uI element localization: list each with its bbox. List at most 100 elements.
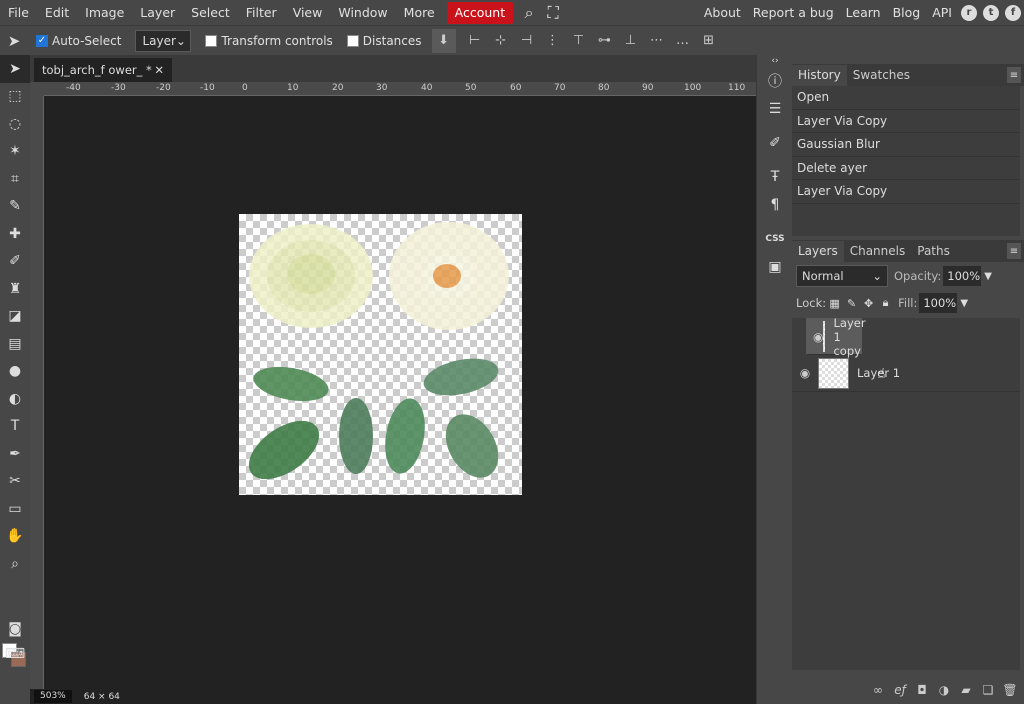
menu-filter[interactable]: Filter bbox=[238, 0, 285, 25]
tab-paths[interactable]: Paths bbox=[911, 241, 956, 262]
keyboard-icon[interactable]: ⌨ bbox=[0, 640, 30, 668]
css-icon[interactable]: CSS bbox=[757, 225, 793, 253]
panel-menu-icon[interactable]: ≡ bbox=[1007, 243, 1021, 259]
layer-row[interactable]: ◉ Layer 1 bbox=[792, 355, 1020, 392]
opacity-input[interactable]: 100% bbox=[943, 266, 982, 286]
panel-menu-icon[interactable]: ≡ bbox=[1007, 67, 1021, 83]
blur-tool-icon[interactable]: ● bbox=[0, 358, 30, 386]
link-about[interactable]: About bbox=[698, 5, 747, 20]
reddit-icon[interactable]: r bbox=[958, 0, 980, 25]
eyedropper-icon[interactable]: ✎ bbox=[0, 193, 30, 221]
crop-tool-icon[interactable]: ⌗ bbox=[0, 165, 30, 193]
close-icon[interactable]: ✕ bbox=[154, 63, 164, 77]
history-item[interactable]: Layer Via Copy bbox=[792, 110, 1020, 133]
document-tab[interactable]: tobj_arch_f ower_ * ✕ bbox=[34, 58, 172, 82]
distribute-v-icon[interactable]: ⋯ bbox=[644, 26, 670, 56]
tab-history[interactable]: History bbox=[792, 65, 847, 86]
history-item[interactable]: Delete ayer bbox=[792, 157, 1020, 180]
zoom-level[interactable]: 503% bbox=[34, 690, 72, 703]
distances-checkbox[interactable]: Distances bbox=[346, 34, 422, 48]
menu-more[interactable]: More bbox=[396, 0, 443, 25]
align-middle-icon[interactable]: ⊶ bbox=[592, 26, 618, 56]
eraser-icon[interactable]: ◪ bbox=[0, 303, 30, 331]
pen-tool-icon[interactable]: ✒ bbox=[0, 440, 30, 468]
quick-mask-icon[interactable]: ◙ bbox=[0, 615, 30, 643]
info-icon[interactable]: ⓘ bbox=[757, 67, 793, 95]
blend-mode-select[interactable]: Normal ⌄ bbox=[796, 265, 888, 287]
distribute-h-icon[interactable]: ⋮ bbox=[540, 26, 566, 56]
dropdown-arrow-icon[interactable]: ▼ bbox=[960, 298, 968, 309]
grid-icon[interactable]: ⊞ bbox=[696, 26, 722, 56]
link-learn[interactable]: Learn bbox=[840, 5, 887, 20]
fullscreen-icon[interactable]: ⛶ bbox=[541, 0, 565, 25]
align-center-h-icon[interactable]: ⊹ bbox=[488, 26, 514, 56]
dropdown-arrow-icon[interactable]: ▼ bbox=[984, 271, 992, 282]
adjustment-icon[interactable]: ◑ bbox=[933, 683, 955, 697]
path-select-icon[interactable]: ✂ bbox=[0, 468, 30, 496]
auto-select-checkbox[interactable]: ✓ Auto-Select bbox=[36, 34, 121, 48]
new-layer-icon[interactable]: ❏ bbox=[977, 683, 999, 697]
search-icon[interactable]: ⌕ bbox=[517, 0, 541, 25]
account-button[interactable]: Account bbox=[446, 1, 514, 24]
shape-tool-icon[interactable]: ▭ bbox=[0, 495, 30, 523]
character-icon[interactable]: Ŧ bbox=[757, 163, 793, 191]
layer-row[interactable]: ◉ Layer 1 copy bbox=[806, 316, 866, 358]
align-top-icon[interactable]: ⊤ bbox=[566, 26, 592, 56]
menu-file[interactable]: File bbox=[0, 0, 37, 25]
twitter-icon[interactable]: t bbox=[980, 0, 1002, 25]
link-blog[interactable]: Blog bbox=[887, 5, 927, 20]
history-item[interactable]: Layer Via Copy bbox=[792, 180, 1020, 204]
menu-image[interactable]: Image bbox=[77, 0, 132, 25]
tab-swatches[interactable]: Swatches bbox=[847, 65, 916, 86]
move-tool-icon[interactable]: ➤ bbox=[0, 55, 30, 83]
lock-all-icon[interactable]: 🔒︎ bbox=[877, 296, 894, 310]
trash-icon[interactable]: 🗑︎ bbox=[999, 683, 1021, 697]
lock-pixels-icon[interactable]: ✎ bbox=[843, 297, 860, 310]
link-report-bug[interactable]: Report a bug bbox=[747, 5, 840, 20]
image-canvas[interactable] bbox=[239, 214, 522, 495]
link-layers-icon[interactable]: ∞ bbox=[867, 683, 889, 697]
properties-icon[interactable]: ☰ bbox=[757, 95, 793, 123]
lock-transparency-icon[interactable]: ▦ bbox=[826, 297, 843, 310]
zoom-tool-icon[interactable]: ⌕ bbox=[0, 550, 30, 578]
eye-icon[interactable]: ◉ bbox=[792, 366, 818, 380]
brush-tool-icon[interactable]: ✐ bbox=[0, 248, 30, 276]
menu-view[interactable]: View bbox=[285, 0, 331, 25]
lasso-tool-icon[interactable]: ◌ bbox=[0, 110, 30, 138]
menu-window[interactable]: Window bbox=[330, 0, 395, 25]
clone-stamp-icon[interactable]: ♜ bbox=[0, 275, 30, 303]
paragraph-icon[interactable]: ¶ bbox=[757, 191, 793, 219]
history-item[interactable]: Gaussian Blur bbox=[792, 133, 1020, 157]
more-icon[interactable]: … bbox=[670, 26, 696, 56]
menu-layer[interactable]: Layer bbox=[132, 0, 183, 25]
lock-position-icon[interactable]: ✥ bbox=[860, 297, 877, 310]
healing-brush-icon[interactable]: ✚ bbox=[0, 220, 30, 248]
hand-tool-icon[interactable]: ✋ bbox=[0, 523, 30, 551]
facebook-icon[interactable]: f bbox=[1002, 0, 1024, 25]
history-item[interactable]: Open bbox=[792, 86, 1020, 110]
marquee-tool-icon[interactable]: ⬚ bbox=[0, 83, 30, 111]
collapse-icon[interactable]: ‹› bbox=[757, 55, 793, 67]
eye-icon[interactable]: ◉ bbox=[813, 330, 823, 344]
fill-input[interactable]: 100% bbox=[919, 293, 958, 313]
link-api[interactable]: API bbox=[926, 5, 958, 20]
download-icon[interactable]: ⬇ bbox=[431, 28, 456, 53]
magic-wand-icon[interactable]: ✶ bbox=[0, 138, 30, 166]
text-tool-icon[interactable]: T bbox=[0, 413, 30, 441]
brush-settings-icon[interactable]: ✐ bbox=[757, 129, 793, 157]
mask-icon[interactable]: ◘ bbox=[911, 683, 933, 697]
folder-icon[interactable]: ▰ bbox=[955, 683, 977, 697]
effects-icon[interactable]: eƒ bbox=[889, 683, 911, 697]
transform-controls-checkbox[interactable]: Transform controls bbox=[205, 34, 333, 48]
align-left-icon[interactable]: ⊢ bbox=[462, 26, 488, 56]
dodge-tool-icon[interactable]: ◐ bbox=[0, 385, 30, 413]
menu-edit[interactable]: Edit bbox=[37, 0, 77, 25]
layer-select-dropdown[interactable]: Layer ⌄ bbox=[135, 29, 192, 52]
align-bottom-icon[interactable]: ⊥ bbox=[618, 26, 644, 56]
tab-channels[interactable]: Channels bbox=[844, 241, 912, 262]
menu-select[interactable]: Select bbox=[183, 0, 238, 25]
image-icon[interactable]: ▣ bbox=[757, 253, 793, 281]
gradient-icon[interactable]: ▤ bbox=[0, 330, 30, 358]
align-right-icon[interactable]: ⊣ bbox=[514, 26, 540, 56]
tab-layers[interactable]: Layers bbox=[792, 241, 844, 262]
